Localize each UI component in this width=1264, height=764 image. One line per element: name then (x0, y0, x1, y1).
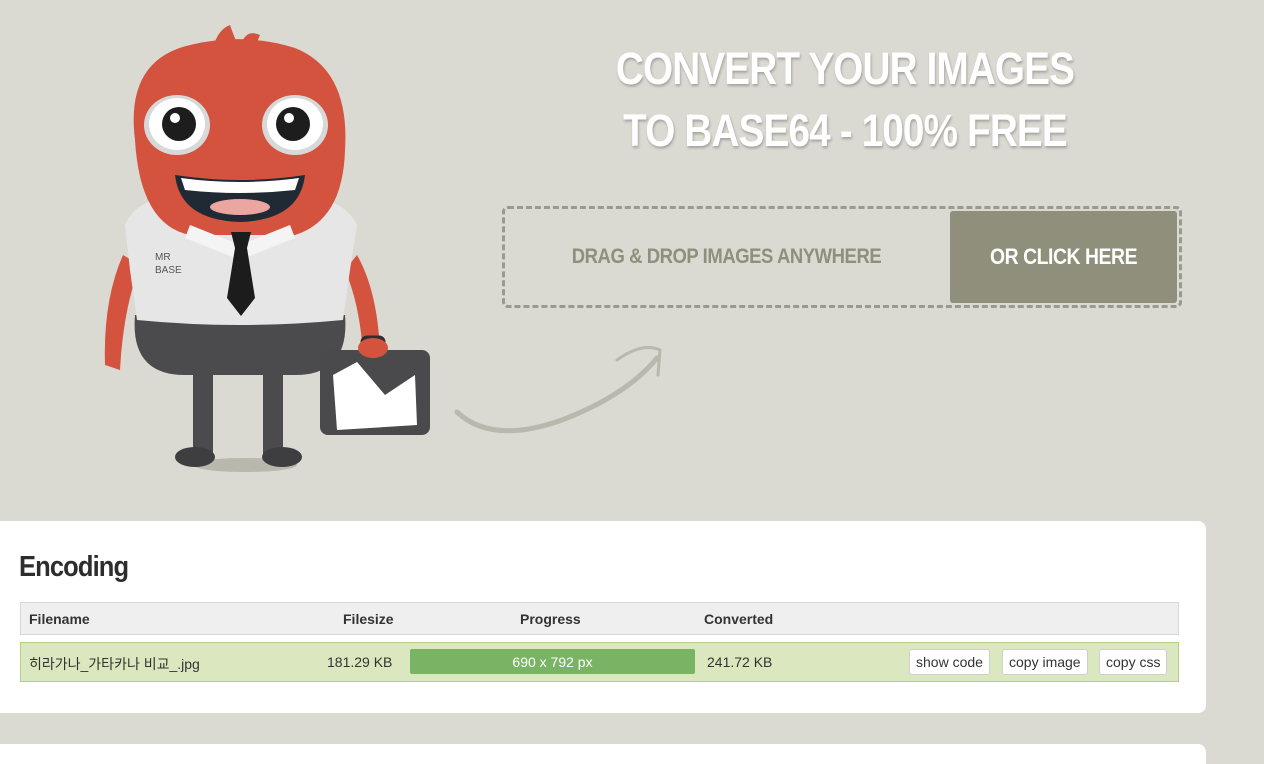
upload-button[interactable]: OR CLICK HERE (950, 211, 1177, 303)
progress-bar: 690 x 792 px (410, 649, 695, 674)
shirt-text-line2: BASE (155, 265, 182, 276)
drop-zone[interactable]: DRAG & DROP IMAGES ANYWHERE OR CLICK HER… (502, 206, 1182, 308)
copy-image-button[interactable]: copy image (1002, 649, 1088, 675)
headline-line-1: CONVERT YOUR IMAGES (615, 43, 1075, 94)
shirt-text-line1: MR (155, 252, 171, 263)
progress-label: 690 x 792 px (512, 653, 593, 670)
upload-button-label: OR CLICK HERE (989, 244, 1138, 269)
mascot-illustration: MR BASE (104, 25, 430, 472)
column-header-converted: Converted (704, 611, 774, 627)
swoosh-arrow-icon (454, 346, 662, 434)
table-header: Filename Filesize Progress Converted (20, 602, 1179, 635)
show-code-button[interactable]: show code (909, 649, 990, 675)
column-header-progress: Progress (520, 611, 581, 627)
table-row: 히라가나_가타카나 비교_.jpg 181.29 KB 690 x 792 px… (20, 642, 1179, 682)
encoding-title: Encoding (19, 551, 129, 583)
next-panel (0, 744, 1206, 764)
hero-headline: CONVERT YOUR IMAGES TO BASE64 - 100% FRE… (604, 38, 1086, 162)
copy-css-button[interactable]: copy css (1099, 649, 1168, 675)
column-header-filename: Filename (29, 611, 90, 627)
filesize-cell: 181.29 KB (327, 654, 393, 670)
column-header-filesize: Filesize (343, 611, 394, 627)
filename-cell: 히라가나_가타카나 비교_.jpg (29, 656, 200, 672)
drop-zone-text: DRAG & DROP IMAGES ANYWHERE (571, 245, 882, 268)
headline-line-2: TO BASE64 - 100% FREE (623, 105, 1067, 156)
encoding-panel: Encoding Filename Filesize Progress Conv… (0, 521, 1206, 713)
converted-cell: 241.72 KB (707, 654, 773, 670)
